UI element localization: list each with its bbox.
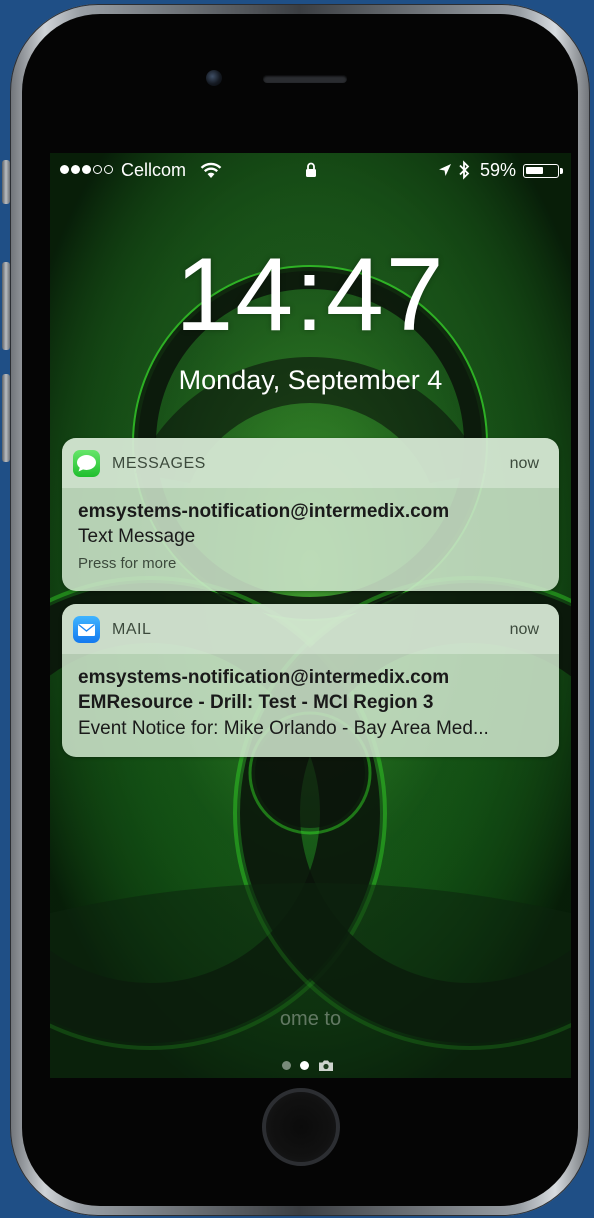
messages-notification[interactable]: MESSAGES now emsystems-notification@inte… <box>62 438 559 591</box>
home-button[interactable] <box>262 1088 340 1166</box>
battery-icon <box>523 164 563 178</box>
notification-header: MESSAGES now <box>62 438 559 488</box>
slide-to-unlock-hint: ome to <box>279 1008 342 1030</box>
notification-sender: emsystems-notification@intermedix.com <box>78 667 450 688</box>
page-indicator[interactable] <box>282 1059 334 1072</box>
volume-down-button <box>2 374 10 462</box>
lock-screen-date: Monday, September 4 <box>178 365 443 395</box>
press-for-more-hint: Press for more <box>78 555 177 572</box>
signal-dot <box>82 165 91 174</box>
signal-dot <box>71 165 80 174</box>
signal-dot <box>104 165 113 174</box>
status-bar: Cellcom 59% <box>50 153 571 189</box>
lock-icon <box>306 162 316 177</box>
camera-icon[interactable] <box>318 1059 334 1072</box>
earpiece-speaker <box>263 75 347 83</box>
notification-subject: EMResource - Drill: Test - MCI Region 3 <box>78 692 434 713</box>
notification-message: Text Message <box>78 526 196 547</box>
notification-message: Event Notice for: Mike Orlando - Bay Are… <box>78 718 489 739</box>
location-arrow-icon <box>439 164 451 176</box>
signal-strength-icon <box>60 165 113 174</box>
volume-up-button <box>2 262 10 350</box>
bluetooth-icon <box>459 160 470 180</box>
lock-screen: Cellcom 59% 14:47 Monday, September 4 ME… <box>50 153 571 1078</box>
wifi-icon <box>200 162 222 178</box>
mail-notification[interactable]: MAIL now emsystems-notification@intermed… <box>62 604 559 757</box>
carrier-name: Cellcom <box>121 160 187 180</box>
notification-time: now <box>509 621 539 638</box>
battery-level-fill <box>526 167 543 174</box>
signal-dot <box>93 165 102 174</box>
notification-app-name: MESSAGES <box>112 455 206 472</box>
page-dot-active <box>300 1061 309 1070</box>
notification-app-name: MAIL <box>112 621 152 638</box>
notification-body: emsystems-notification@intermedix.com EM… <box>62 654 559 742</box>
notification-time: now <box>509 455 539 472</box>
battery-percentage: 59% <box>480 160 517 180</box>
mail-app-icon <box>73 616 100 643</box>
lock-screen-time: 14:47 <box>175 237 446 353</box>
messages-app-icon <box>73 450 100 477</box>
front-camera <box>206 70 222 86</box>
page-dot <box>282 1061 291 1070</box>
mute-switch <box>2 160 10 204</box>
battery-terminal <box>560 168 563 174</box>
signal-dot <box>60 165 69 174</box>
notification-header: MAIL now <box>62 604 559 654</box>
notification-sender: emsystems-notification@intermedix.com <box>78 501 450 522</box>
notification-body: emsystems-notification@intermedix.com Te… <box>62 488 559 576</box>
